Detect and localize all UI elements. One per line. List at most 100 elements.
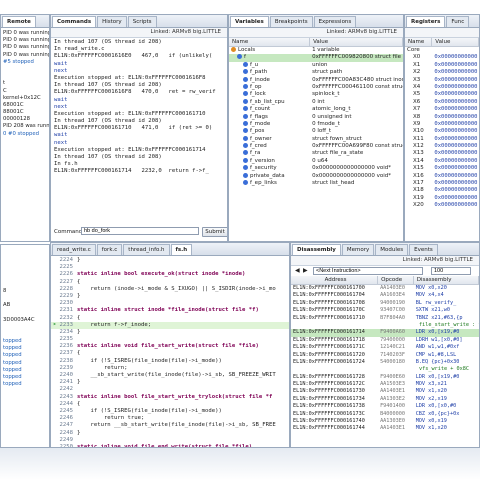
disassembly-row[interactable]: EL1N:0xFFFFFFC000161738 F9401400 LDR x0,[x… [291, 403, 479, 410]
remote-lower-line[interactable]: AB [1, 302, 49, 309]
register-row[interactable]: X2 0x00000000000 [405, 69, 479, 76]
tab-fork-c[interactable]: fork.c [96, 244, 123, 255]
register-row[interactable]: X19 0x00000000000 [405, 195, 479, 202]
remote-line[interactable]: PID 0 was running [1, 30, 49, 37]
disassembly-row[interactable]: EL1N:0xFFFFFFC000161708 94000190 BL rw_ver… [291, 300, 479, 307]
tab-thread-info-h[interactable]: thread_info.h [123, 244, 170, 255]
disassembly-row[interactable]: EL1N:0xFFFFFFC000161714 F9400A60 LDR x0,[x… [291, 329, 479, 337]
variable-row[interactable]: f_lock spinlock_t [229, 91, 403, 98]
tab-modules[interactable]: Modules [375, 244, 409, 255]
remote-line[interactable]: 00000128 [1, 116, 49, 123]
variable-row[interactable]: f_flags 0 unsigned int [229, 113, 403, 121]
register-row[interactable]: Core [405, 47, 479, 54]
remote-line[interactable]: PID 0 was running [1, 37, 49, 44]
tab-history[interactable]: History [97, 16, 127, 27]
register-row[interactable]: X7 0x00000000000 [405, 106, 479, 113]
tab-disassembly[interactable]: Disassembly [292, 244, 341, 255]
tab-breakpoints[interactable]: Breakpoints [269, 16, 313, 27]
register-row[interactable]: X18 0x00000000000 [405, 187, 479, 194]
nav-back-icon[interactable]: ◀ [295, 267, 300, 274]
disassembly-row[interactable]: EL1N:0xFFFFFFC00016170C 93407C00 SXTW x21,… [291, 307, 479, 314]
remote-lower-line[interactable]: topped [1, 345, 49, 352]
code-editor[interactable]: 2224} 2225 2226 static inline bool execute_… [51, 256, 289, 447]
remote-lower-line[interactable]: topped [1, 360, 49, 367]
register-row[interactable]: X1 0x00000000000 [405, 62, 479, 69]
disassembly-label-row[interactable]: vfs_write + 0x8C [291, 366, 479, 373]
remote-line[interactable]: 0 #0 stopped [1, 131, 49, 138]
disassembly-row[interactable]: EL1N:0xFFFFFFC000161730 AA1403E1 MOV x1,x2… [291, 388, 479, 395]
register-row[interactable]: X5 0x00000000000 [405, 91, 479, 98]
remote-line[interactable]: 88001C [1, 109, 49, 116]
variable-row[interactable]: f_ep_links struct list_head [229, 180, 403, 187]
remote-line[interactable]: PID 208 was running [1, 123, 49, 130]
remote-lower-line[interactable] [1, 281, 49, 288]
remote-lower-line[interactable]: topped [1, 381, 49, 388]
remote-lower-line[interactable] [1, 331, 49, 338]
remote-line[interactable]: #5 stopped [1, 59, 49, 66]
dis-col-address[interactable]: Address [291, 276, 379, 284]
remote-lower-line[interactable]: topped [1, 338, 49, 345]
tab-memory[interactable]: Memory [341, 244, 375, 255]
variable-row[interactable]: f_security 0x0000000000000000 void* [229, 165, 403, 172]
disassembly-count-input[interactable] [431, 267, 471, 275]
tab-events[interactable]: Events [409, 244, 438, 255]
variable-row[interactable]: f_pos 0 loff_t [229, 128, 403, 135]
register-row[interactable]: X11 0x00000000000 [405, 136, 479, 143]
tab-fs-h[interactable]: fs.h [170, 244, 193, 255]
remote-line[interactable]: 68001C [1, 102, 49, 109]
register-row[interactable]: X14 0x00000000000 [405, 158, 479, 165]
tab-read-write-c[interactable]: read_write.c [52, 244, 96, 255]
remote-line[interactable]: PID 0 was running [1, 44, 49, 51]
tab-registers[interactable]: Registers [406, 16, 446, 27]
variable-row[interactable]: f_mode 0 fmode_t [229, 120, 403, 128]
disassembly-row[interactable]: EL1N:0xFFFFFFC000161744 AA1403E1 MOV x1,x2… [291, 425, 479, 432]
dis-col-disassembly[interactable]: Disassembly [414, 276, 479, 284]
remote-lower-line[interactable]: 3D0003A4C [1, 317, 49, 324]
tab-scripts[interactable]: Scripts [127, 16, 157, 27]
disassembly-row[interactable]: EL1N:0xFFFFFFC000161724 54000180 B.EQ {pc}… [291, 359, 479, 366]
tab-expressions[interactable]: Expressions [313, 16, 357, 27]
variable-row[interactable]: f_ra struct file_ra_state [229, 150, 403, 157]
disassembly-row[interactable]: EL1N:0xFFFFFFC00016173C B4000000 CBZ x0,{p… [291, 411, 479, 418]
variable-row[interactable]: f_u union [229, 61, 403, 69]
variable-row[interactable]: f_cred 0xFFFFFFC00A699F80 const struct [229, 143, 403, 150]
register-row[interactable]: X4 0x00000000000 [405, 84, 479, 91]
variables-col-name[interactable]: Name [229, 38, 311, 46]
submit-button[interactable]: Submit [202, 227, 227, 237]
disassembly-row[interactable]: EL1N:0xFFFFFFC000161734 AA1303E2 MOV x2,x1… [291, 396, 479, 403]
disassembly-row[interactable]: EL1N:0xFFFFFFC000161700 AA1403E0 MOV x0,x2… [291, 285, 479, 292]
remote-lower-line[interactable]: topped [1, 352, 49, 359]
disassembly-row[interactable]: EL1N:0xFFFFFFC000161728 F9400E60 LDR x0,[x… [291, 374, 479, 381]
variable-row[interactable]: f_op 0xFFFFFFC000461100 const struct [229, 83, 403, 91]
remote-lower-line[interactable]: topped [1, 367, 49, 374]
variable-row[interactable]: f_sb_list_cpu 0 int [229, 98, 403, 106]
variable-row[interactable]: f_path struct path [229, 69, 403, 76]
registers-col-value[interactable]: Value [432, 38, 479, 46]
disassembly-row[interactable]: EL1N:0xFFFFFFC00016172C AA1503E3 MOV x3,x2… [291, 381, 479, 388]
variable-row[interactable]: private_data 0x0000000000000000 void* [229, 172, 403, 180]
tab-functions[interactable]: Func [446, 16, 470, 27]
remote-line[interactable]: kernel+0x12C [1, 95, 49, 102]
disassembly-label-row[interactable]: file_start_write : fi [291, 322, 479, 329]
variable-row[interactable]: f_count atomic_long_t [229, 106, 403, 113]
register-row[interactable]: X10 0x00000000000 [405, 128, 479, 135]
register-row[interactable]: X8 0x00000000000 [405, 114, 479, 121]
tab-variables[interactable]: Variables [230, 16, 269, 27]
register-row[interactable]: X3 0x00000000000 [405, 77, 479, 84]
remote-lower-line[interactable] [1, 266, 49, 273]
disassembly-row[interactable]: EL1N:0xFFFFFFC000161704 AA1603E4 MOV x4,x4 [291, 292, 479, 299]
tab-commands[interactable]: Commands [52, 16, 97, 27]
remote-lower-line[interactable] [1, 309, 49, 316]
variable-row[interactable]: f_owner struct fown_struct [229, 135, 403, 143]
register-row[interactable]: X0 0x00000000000 [405, 54, 479, 61]
remote-lower-line[interactable]: 8 [1, 288, 49, 295]
register-row[interactable]: X6 0x00000000000 [405, 99, 479, 106]
register-row[interactable]: X13 0x00000000000 [405, 150, 479, 157]
remote-line[interactable]: C [1, 88, 49, 95]
register-row[interactable]: X20 0x00000000000 [405, 202, 479, 209]
disassembly-row[interactable]: EL1N:0xFFFFFFC000161718 79400000 LDRH w1,[… [291, 337, 479, 344]
disassembly-row[interactable]: EL1N:0xFFFFFFC00016171C 12140C21 AND w1,w1… [291, 344, 479, 351]
remote-lower-line[interactable] [1, 295, 49, 302]
nav-forward-icon[interactable]: ▶ [303, 267, 308, 274]
command-input[interactable] [81, 227, 199, 235]
